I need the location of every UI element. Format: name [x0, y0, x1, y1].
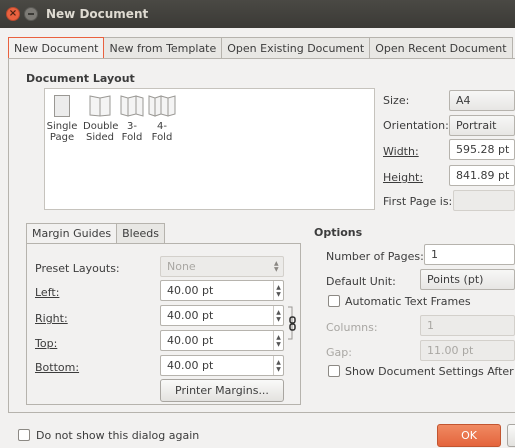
tab-open-existing-document[interactable]: Open Existing Document — [222, 37, 371, 59]
double-sided-icon — [89, 95, 111, 117]
layout-4-fold[interactable]: 4- Fold — [145, 95, 179, 143]
four-fold-icon — [148, 95, 176, 117]
right-margin-label: Right: — [35, 312, 68, 325]
tab-new-from-template[interactable]: New from Template — [104, 37, 223, 59]
number-of-pages-label: Number of Pages: — [326, 250, 424, 263]
right-margin-input[interactable]: 40.00 pt — [160, 305, 284, 326]
dont-show-again-checkbox[interactable] — [18, 429, 30, 441]
top-margin-input[interactable]: 40.00 pt — [160, 330, 284, 351]
preset-layouts-label: Preset Layouts: — [35, 262, 120, 275]
margin-tabs: Margin Guides Bleeds — [26, 223, 165, 244]
combo-arrows-icon: ▲ ▼ — [274, 260, 279, 273]
columns-label: Columns: — [326, 321, 378, 334]
tab-bleeds[interactable]: Bleeds — [117, 223, 165, 244]
minimize-icon — [28, 13, 34, 15]
height-label: Height: — [383, 171, 424, 184]
tab-new-document[interactable]: New Document — [8, 37, 105, 59]
three-fold-icon — [120, 95, 144, 117]
layout-double-sided[interactable]: Double Sided — [83, 95, 118, 143]
automatic-text-frames-checkbox[interactable] — [328, 295, 340, 307]
bottom-margin-input[interactable]: 40.00 pt — [160, 355, 284, 376]
title-bar: × New Document — [0, 0, 515, 28]
show-settings-label: Show Document Settings After C — [345, 365, 515, 378]
document-layout-title: Document Layout — [26, 72, 135, 85]
top-margin-label: Top: — [35, 337, 58, 350]
top-margin-spin[interactable]: ▲ ▼ — [273, 331, 283, 350]
ok-button[interactable]: OK — [437, 424, 501, 447]
document-layout-list: Single Page Double Sided 3- Fold 4- Fold — [44, 88, 375, 210]
options-title: Options — [314, 226, 363, 239]
size-combo[interactable]: A4 — [449, 90, 515, 111]
orientation-combo[interactable]: Portrait — [449, 115, 515, 136]
window-title: New Document — [46, 7, 149, 21]
single-page-icon — [54, 95, 70, 117]
width-input[interactable]: 595.28 pt — [449, 139, 515, 160]
printer-margins-button[interactable]: Printer Margins... — [160, 379, 284, 402]
dont-show-again-label: Do not show this dialog again — [36, 429, 200, 442]
gap-label: Gap: — [326, 346, 352, 359]
automatic-text-frames-label: Automatic Text Frames — [345, 295, 471, 308]
default-unit-label: Default Unit: — [326, 275, 396, 288]
height-input[interactable]: 841.89 pt — [449, 165, 515, 186]
right-margin-spin[interactable]: ▲ ▼ — [273, 306, 283, 325]
cancel-button-partial[interactable] — [507, 424, 515, 447]
columns-input: 1 — [420, 315, 515, 336]
tab-open-recent-document[interactable]: Open Recent Document — [370, 37, 513, 59]
width-label: Width: — [383, 145, 419, 158]
left-margin-label: Left: — [35, 286, 60, 299]
size-label: Size: — [383, 94, 410, 107]
tab-margin-guides[interactable]: Margin Guides — [26, 223, 118, 244]
layout-single-page[interactable]: Single Page — [45, 95, 79, 143]
bottom-margin-label: Bottom: — [35, 361, 80, 374]
first-page-label: First Page is: — [383, 195, 453, 208]
first-page-combo — [453, 190, 515, 211]
left-margin-spin[interactable]: ▲ ▼ — [273, 281, 283, 300]
minimize-window-button[interactable] — [24, 7, 38, 21]
chain-link-icon[interactable] — [287, 305, 297, 341]
default-unit-combo[interactable]: Points (pt) — [420, 269, 515, 290]
orientation-label: Orientation: — [383, 119, 449, 132]
bottom-margin-spin[interactable]: ▲ ▼ — [273, 356, 283, 375]
close-window-button[interactable]: × — [6, 7, 20, 21]
close-icon: × — [8, 8, 18, 19]
main-tabs: New Document New from Template Open Exis… — [8, 37, 513, 59]
number-of-pages-input[interactable]: 1 — [424, 244, 515, 265]
gap-input: 11.00 pt — [420, 340, 515, 361]
preset-layouts-combo: None — [160, 256, 284, 277]
left-margin-input[interactable]: 40.00 pt — [160, 280, 284, 301]
layout-3-fold[interactable]: 3- Fold — [115, 95, 149, 143]
show-settings-checkbox[interactable] — [328, 365, 340, 377]
